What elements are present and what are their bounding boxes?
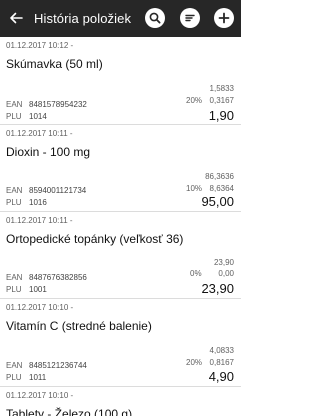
sort-filter-button[interactable] — [180, 8, 200, 28]
plu-label: PLU — [6, 285, 22, 294]
item-vat-rate: 20% — [186, 96, 203, 105]
item-ean: 8481578954232 — [29, 100, 87, 109]
search-button[interactable] — [145, 8, 165, 28]
item-net-price: 86,3636 — [205, 172, 234, 181]
plu-label: PLU — [6, 198, 22, 207]
arrow-left-icon — [10, 12, 23, 24]
item-vat-rate: 10% — [186, 184, 203, 193]
list-item[interactable]: 01.12.2017 10:10 - Tablety - Železo (100… — [0, 387, 241, 416]
plu-label: PLU — [6, 112, 22, 121]
plu-label: PLU — [6, 373, 22, 382]
item-name: Ortopedické topánky (veľkosť 36) — [6, 232, 184, 246]
item-net-price: 4,0833 — [209, 346, 234, 355]
item-ean: 8487676382856 — [29, 273, 87, 282]
item-name: Tablety - Železo (100 g) — [6, 407, 133, 416]
item-net-price: 1,5833 — [209, 84, 234, 93]
item-plu: 1016 — [29, 198, 47, 207]
item-plu: 1001 — [29, 285, 47, 294]
list-item[interactable]: 01.12.2017 10:11 - Ortopedické topánky (… — [0, 212, 241, 299]
item-name: Skúmavka (50 ml) — [6, 57, 103, 71]
ean-label: EAN — [6, 186, 23, 195]
page-title: História položiek — [34, 11, 132, 26]
item-vat-value: 0,8167 — [209, 358, 234, 367]
item-price: 23,90 — [201, 281, 234, 296]
plus-icon — [218, 12, 230, 24]
list-item[interactable]: 01.12.2017 10:12 - Skúmavka (50 ml) 1,58… — [0, 37, 241, 125]
list-item[interactable]: 01.12.2017 10:10 - Vitamín C (stredné ba… — [0, 299, 241, 387]
item-price: 1,90 — [208, 108, 234, 123]
sort-filter-icon — [185, 14, 195, 22]
item-datetime: 01.12.2017 10:12 - — [6, 41, 74, 50]
add-button[interactable] — [214, 8, 234, 28]
item-vat-value: 0,3167 — [209, 96, 234, 105]
item-datetime: 01.12.2017 10:10 - — [6, 303, 74, 312]
item-name: Dioxin - 100 mg — [6, 145, 91, 159]
item-plu: 1011 — [29, 373, 47, 382]
item-vat-value: 8,6364 — [209, 184, 234, 193]
item-ean: 8485121236744 — [29, 361, 87, 370]
item-history-list: 01.12.2017 10:12 - Skúmavka (50 ml) 1,58… — [0, 37, 241, 416]
item-vat-rate: 20% — [186, 358, 203, 367]
item-net-price: 23,90 — [213, 258, 234, 267]
ean-label: EAN — [6, 100, 23, 109]
ean-label: EAN — [6, 273, 23, 282]
item-name: Vitamín C (stredné balenie) — [6, 319, 152, 333]
ean-label: EAN — [6, 361, 23, 370]
item-plu: 1014 — [29, 112, 47, 121]
item-price: 95,00 — [201, 194, 234, 209]
back-button[interactable] — [6, 8, 26, 28]
item-vat-rate: 0% — [190, 269, 202, 278]
item-ean: 8594001121734 — [29, 186, 87, 195]
item-datetime: 01.12.2017 10:11 - — [6, 129, 73, 138]
item-datetime: 01.12.2017 10:10 - — [6, 391, 74, 400]
item-datetime: 01.12.2017 10:11 - — [6, 216, 73, 225]
list-item[interactable]: 01.12.2017 10:11 - Dioxin - 100 mg 86,36… — [0, 125, 241, 212]
item-vat-value: 0,00 — [218, 269, 234, 278]
search-icon — [149, 12, 161, 24]
app-bar: História položiek — [0, 0, 241, 37]
item-price: 4,90 — [208, 369, 234, 384]
